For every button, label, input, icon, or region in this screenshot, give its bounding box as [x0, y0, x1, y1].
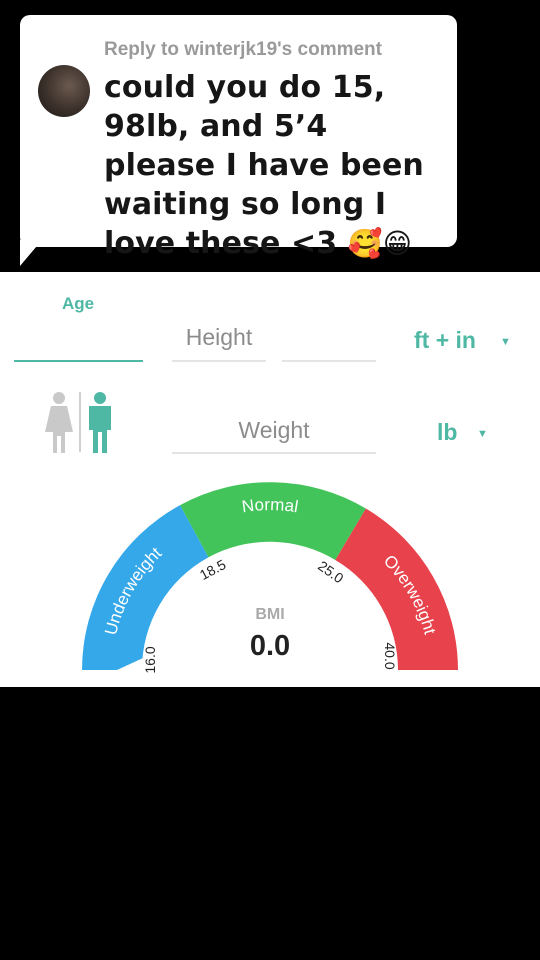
bmi-value: 0.0 [249, 630, 291, 662]
bmi-label: BMI [255, 606, 285, 623]
reply-bubble: Reply to winterjk19's comment could you … [20, 15, 457, 261]
reply-header: Reply to winterjk19's comment [104, 39, 382, 60]
bubble-tail [20, 240, 42, 266]
avatar[interactable] [38, 65, 90, 117]
comment-text: could you do 15, 98lb, and 5’4 please I … [104, 68, 444, 263]
bmi-gauge: Underweight Normal Overweight 16.0 18.5 … [82, 482, 458, 674]
bmi-calculator-panel: Age Height ft + in ▼ Weight lb ▼ Underwe… [0, 272, 540, 687]
smiling-hearts-emoji: 🥰 [347, 227, 383, 260]
grin-emoji: 😁 [382, 227, 413, 260]
normal-segment [180, 482, 366, 560]
